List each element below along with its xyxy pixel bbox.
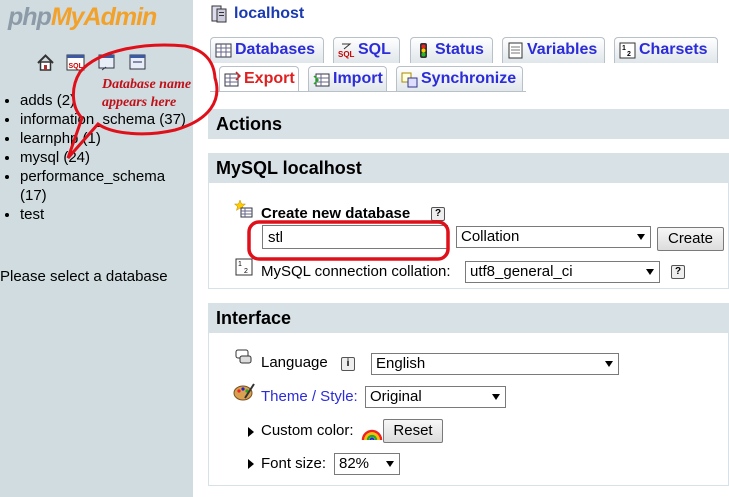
synchronize-icon	[401, 72, 418, 88]
language-select[interactable]: English	[371, 353, 619, 375]
info-icon[interactable]: i	[341, 357, 355, 371]
language-icon	[235, 349, 252, 364]
tab-variables[interactable]: Variables	[502, 37, 605, 63]
tab-databases[interactable]: Databases	[210, 37, 324, 63]
database-item[interactable]: adds (2)	[20, 91, 190, 110]
svg-text:1: 1	[622, 45, 626, 52]
new-database-icon	[234, 199, 253, 218]
interface-section-header: Interface	[208, 303, 729, 333]
font-size-select[interactable]: 82%	[334, 453, 400, 475]
left-navigation-panel: phpMyAdmin SQL adds (2) information_sche…	[0, 0, 193, 497]
database-list: adds (2) information_schema (37) learnph…	[20, 91, 190, 224]
chevron-down-icon	[646, 269, 654, 275]
palette-icon	[233, 383, 255, 401]
sql-icon: SQL	[338, 43, 355, 59]
theme-style-link[interactable]: Theme / Style:	[261, 388, 358, 405]
svg-text:2: 2	[244, 268, 248, 275]
phpmyadmin-logo[interactable]: phpMyAdmin	[8, 3, 157, 32]
tab-sql[interactable]: SQL SQL	[333, 37, 400, 63]
help-icon[interactable]: ?	[431, 207, 445, 221]
server-name: localhost	[234, 5, 305, 22]
svg-text:SQL: SQL	[338, 50, 355, 59]
tab-synchronize[interactable]: Synchronize	[396, 66, 523, 92]
select-database-message: Please select a database	[0, 268, 168, 285]
svg-text:2: 2	[627, 51, 631, 58]
create-database-label: Create new database	[261, 205, 411, 222]
database-name-input[interactable]	[262, 225, 448, 249]
custom-color-label: Custom color:	[261, 422, 354, 439]
mysql-section-header: MySQL localhost	[208, 153, 729, 183]
sql-icon[interactable]: SQL	[66, 53, 85, 72]
import-icon	[313, 73, 330, 87]
connection-collation-select[interactable]: utf8_general_ci	[465, 261, 660, 283]
connection-collation-label: MySQL connection collation:	[261, 263, 451, 280]
home-icon[interactable]	[36, 53, 55, 72]
create-button[interactable]: Create	[657, 227, 724, 251]
charsets-icon: 12	[619, 42, 636, 59]
tab-baseline	[210, 91, 526, 92]
docs-icon[interactable]	[128, 53, 147, 72]
status-icon	[420, 43, 427, 58]
chevron-down-icon	[386, 461, 394, 467]
database-item[interactable]: performance_schema (17)	[20, 167, 190, 205]
svg-text:SQL: SQL	[69, 63, 84, 70]
expand-triangle-icon[interactable]	[248, 427, 254, 437]
mysql-section: Create new database ? Collation Create 1…	[208, 183, 729, 289]
database-item[interactable]: mysql (24)	[20, 148, 190, 167]
help-icon[interactable]: ?	[671, 265, 685, 279]
reset-button[interactable]: Reset	[383, 419, 443, 443]
server-icon	[211, 5, 227, 23]
database-item[interactable]: information_schema (37)	[20, 110, 190, 129]
rainbow-icon[interactable]	[361, 420, 383, 442]
actions-header: Actions	[208, 109, 729, 139]
database-item[interactable]: test	[20, 205, 190, 224]
language-label: Language	[261, 354, 328, 371]
svg-text:1: 1	[238, 261, 242, 268]
chevron-down-icon	[637, 234, 645, 240]
export-icon	[224, 71, 241, 87]
chevron-down-icon	[605, 361, 613, 367]
theme-select[interactable]: Original	[365, 386, 506, 408]
chevron-down-icon	[492, 394, 500, 400]
tab-import[interactable]: Import	[308, 66, 387, 92]
databases-icon	[215, 43, 232, 58]
tab-export[interactable]: Export	[219, 66, 299, 92]
collation-icon: 12	[235, 258, 253, 276]
collation-select[interactable]: Collation	[456, 226, 651, 248]
query-window-icon[interactable]	[97, 53, 116, 72]
database-item[interactable]: learnphp (1)	[20, 129, 190, 148]
font-size-label: Font size:	[261, 455, 327, 472]
interface-section: Language i English Theme / Style: Origin…	[208, 333, 729, 486]
panel-divider[interactable]	[193, 0, 201, 497]
tab-charsets[interactable]: 12 Charsets	[614, 37, 718, 63]
variables-icon	[508, 42, 523, 59]
expand-triangle-icon[interactable]	[248, 459, 254, 469]
tab-status[interactable]: Status	[410, 37, 493, 63]
main-content: localhost Databases SQL SQL Status Varia…	[201, 0, 729, 497]
